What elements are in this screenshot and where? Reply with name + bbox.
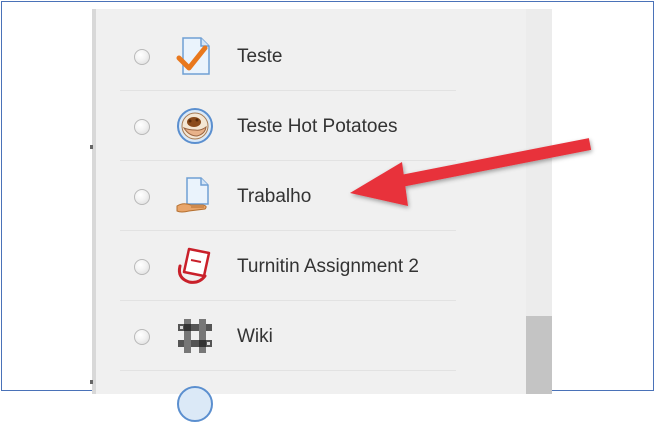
assignment-hand-icon bbox=[175, 176, 215, 216]
activity-radio[interactable] bbox=[134, 189, 150, 205]
activity-item-teste[interactable]: Teste bbox=[120, 20, 456, 91]
activity-radio[interactable] bbox=[134, 119, 150, 135]
wiki-icon bbox=[175, 316, 215, 356]
activity-label: Wiki bbox=[237, 326, 273, 347]
activity-label: Teste Hot Potatoes bbox=[237, 116, 398, 137]
scrollbar-thumb[interactable] bbox=[526, 316, 552, 394]
activity-radio[interactable] bbox=[134, 259, 150, 275]
partial-activity-icon bbox=[175, 384, 215, 424]
activity-item-partial[interactable] bbox=[120, 370, 456, 440]
activity-label: Teste bbox=[237, 46, 283, 67]
edge-mark bbox=[90, 145, 93, 149]
edge-mark bbox=[90, 380, 93, 384]
activity-item-trabalho[interactable]: Trabalho bbox=[120, 160, 456, 231]
activity-label: Trabalho bbox=[237, 186, 312, 207]
activity-item-teste-hot-potatoes[interactable]: Teste Hot Potatoes bbox=[120, 90, 456, 161]
panel-left-edge bbox=[92, 9, 96, 394]
hot-potatoes-icon bbox=[175, 106, 215, 146]
quiz-checkmark-icon bbox=[175, 36, 215, 76]
activity-label: Turnitin Assignment 2 bbox=[237, 256, 419, 277]
activity-radio[interactable] bbox=[134, 49, 150, 65]
activity-item-turnitin-assignment-2[interactable]: Turnitin Assignment 2 bbox=[120, 230, 456, 301]
turnitin-icon bbox=[175, 246, 215, 286]
activity-item-wiki[interactable]: Wiki bbox=[120, 300, 456, 371]
activity-radio[interactable] bbox=[134, 329, 150, 345]
